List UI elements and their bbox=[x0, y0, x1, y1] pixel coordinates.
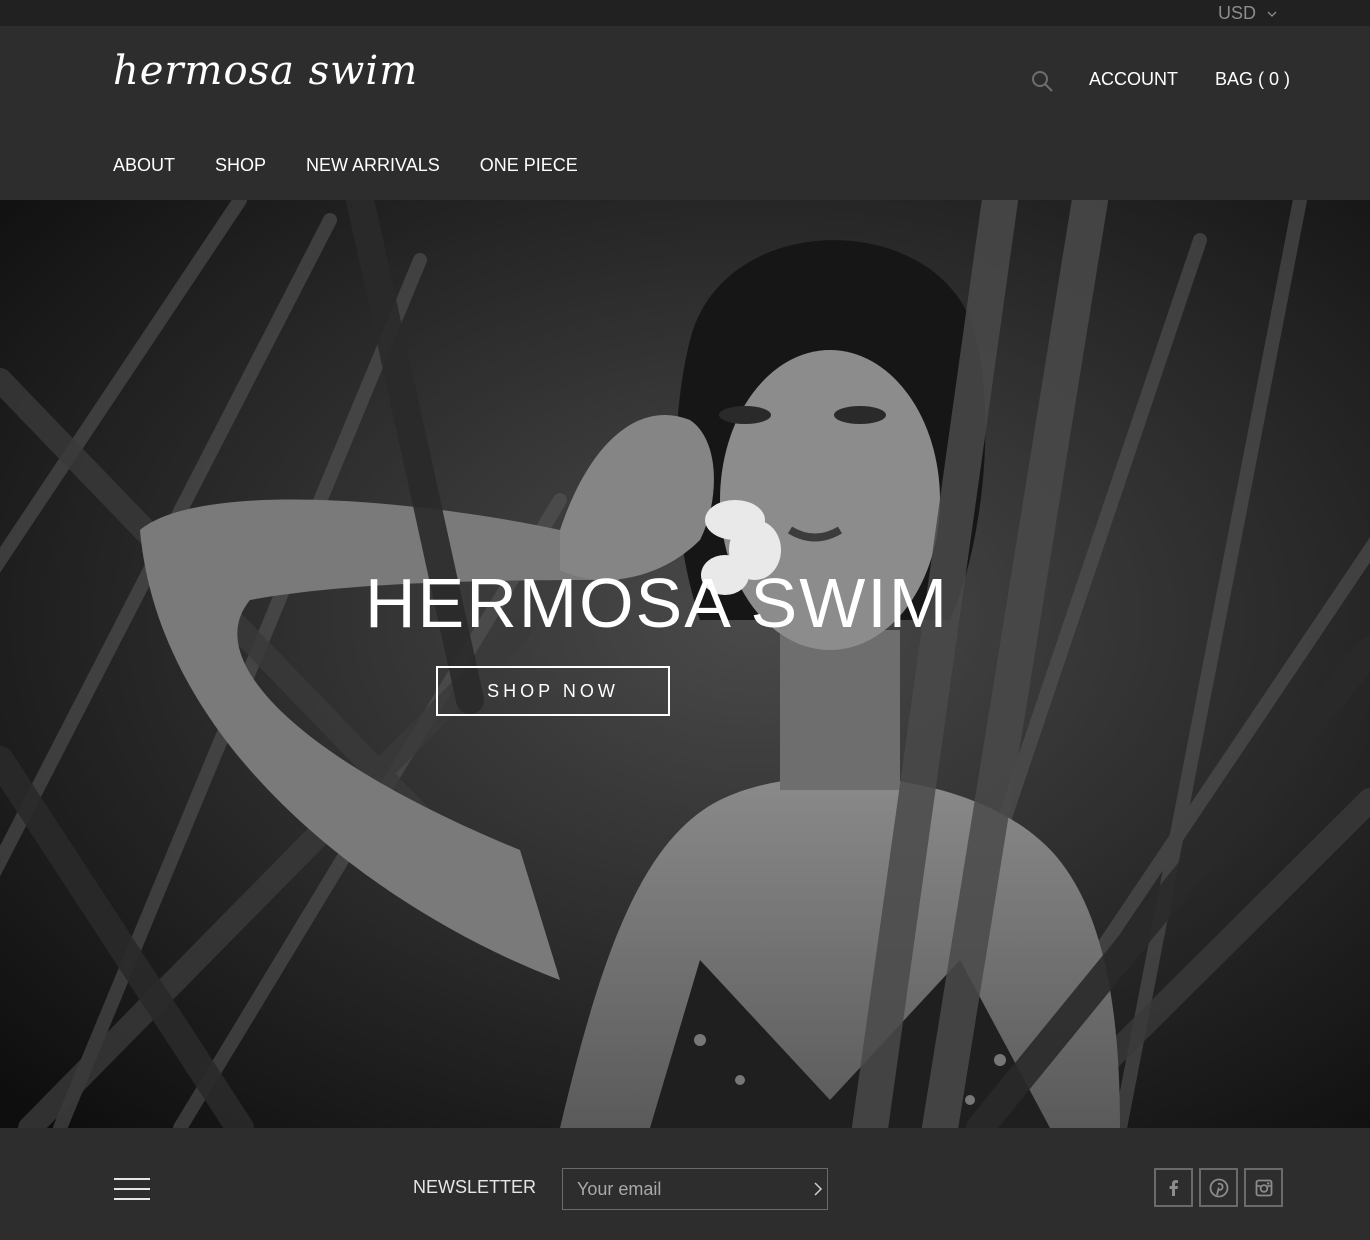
site-header: hermosa swim ACCOUNT BAG ( 0 ) ABOUT SHO… bbox=[0, 26, 1370, 200]
hero-banner: HERMOSA SWIM SHOP NOW bbox=[0, 200, 1370, 1128]
main-nav: ABOUT SHOP NEW ARRIVALS ONE PIECE bbox=[113, 155, 578, 176]
hamburger-menu-icon[interactable] bbox=[114, 1178, 150, 1200]
nav-item-one-piece[interactable]: ONE PIECE bbox=[480, 155, 578, 176]
instagram-icon[interactable] bbox=[1244, 1168, 1283, 1207]
newsletter-label: NEWSLETTER bbox=[413, 1177, 537, 1197]
facebook-icon[interactable] bbox=[1154, 1168, 1193, 1207]
email-input[interactable] bbox=[563, 1169, 809, 1209]
currency-label: USD bbox=[1217, 3, 1256, 23]
nav-item-about[interactable]: ABOUT bbox=[113, 155, 175, 176]
chevron-down-icon bbox=[1267, 11, 1277, 17]
site-footer: NEWSLETTER bbox=[0, 1128, 1370, 1240]
submit-arrow-icon[interactable] bbox=[809, 1169, 827, 1209]
nav-item-shop[interactable]: SHOP bbox=[215, 155, 266, 176]
search-icon[interactable] bbox=[1030, 69, 1054, 93]
currency-selector[interactable]: USD bbox=[1218, 3, 1278, 24]
pinterest-icon[interactable] bbox=[1199, 1168, 1238, 1207]
account-link[interactable]: ACCOUNT bbox=[1089, 69, 1178, 90]
nav-item-new-arrivals[interactable]: NEW ARRIVALS bbox=[306, 155, 440, 176]
hero-image bbox=[0, 200, 1370, 1128]
site-logo[interactable]: hermosa swim bbox=[113, 48, 418, 94]
shop-now-button[interactable]: SHOP NOW bbox=[436, 666, 670, 716]
social-links bbox=[1154, 1168, 1283, 1207]
top-bar: USD bbox=[0, 0, 1370, 26]
bag-link[interactable]: BAG ( 0 ) bbox=[1215, 69, 1290, 90]
newsletter-form bbox=[562, 1168, 828, 1210]
